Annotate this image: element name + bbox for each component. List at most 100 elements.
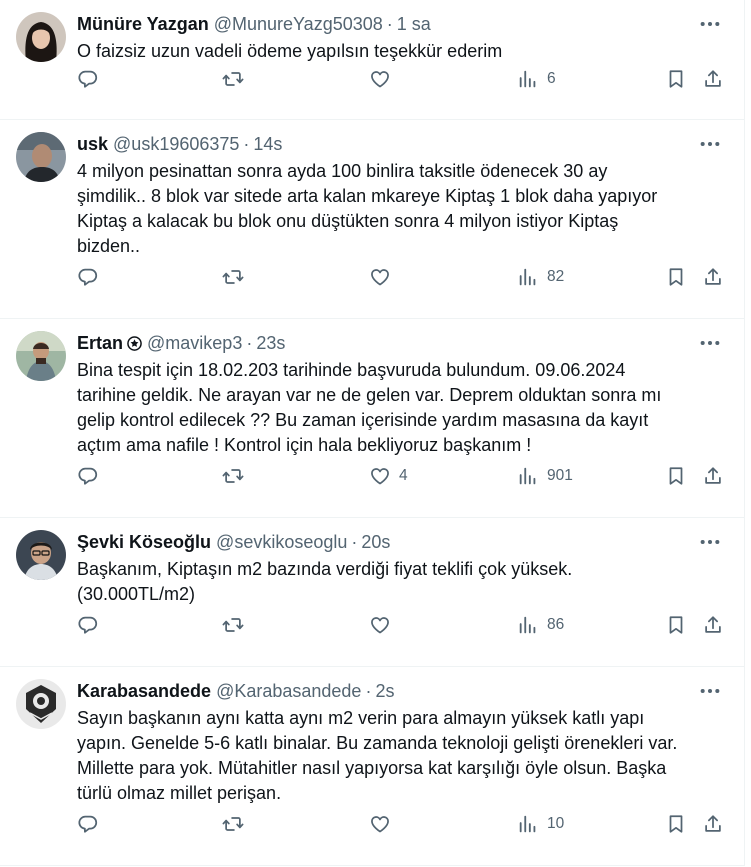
timestamp[interactable]: 14s [253, 134, 282, 155]
retweet-button[interactable] [222, 809, 244, 839]
avatar-image [16, 132, 66, 182]
share-button[interactable] [702, 809, 724, 839]
more-button[interactable] [696, 333, 724, 353]
tweet[interactable]: Karabasandede @Karabasandede · 2s Sayın başk… [0, 667, 745, 866]
author-handle[interactable]: @sevkikoseoglu [216, 532, 347, 553]
like-button[interactable] [369, 809, 399, 839]
author-handle[interactable]: @usk19606375 [113, 134, 239, 155]
retweet-icon [222, 270, 244, 284]
views-icon [519, 616, 536, 634]
bookmark-icon [669, 616, 683, 634]
reply-button[interactable] [77, 461, 99, 491]
bookmark-button[interactable] [665, 809, 687, 839]
bookmark-button[interactable] [665, 610, 687, 640]
author-handle[interactable]: @MunureYazg50308 [214, 14, 383, 35]
bookmark-button[interactable] [665, 64, 687, 94]
reply-button[interactable] [77, 610, 99, 640]
bookmark-button[interactable] [665, 461, 687, 491]
retweet-icon [222, 817, 244, 831]
tweet-actions: 86 [77, 610, 737, 640]
author-name[interactable]: Karabasandede [77, 681, 211, 702]
avatar[interactable] [16, 132, 66, 182]
views-icon [519, 268, 536, 286]
views-count: 86 [547, 616, 565, 633]
reply-button[interactable] [77, 809, 99, 839]
like-button[interactable] [369, 610, 399, 640]
like-button[interactable] [369, 64, 399, 94]
reply-button[interactable] [77, 262, 99, 292]
like-count: 4 [399, 467, 408, 484]
views-button[interactable]: 6 [517, 64, 556, 94]
reply-icon [78, 268, 98, 286]
share-icon [705, 815, 721, 832]
author-name[interactable]: Münüre Yazgan [77, 14, 209, 35]
tweet-header: Şevki Köseoğlu @sevkikoseoglu · 20s [77, 530, 390, 554]
views-button[interactable]: 901 [517, 461, 573, 491]
reply-icon [78, 70, 98, 88]
timestamp[interactable]: 1 sa [397, 14, 431, 35]
retweet-button[interactable] [222, 262, 244, 292]
timestamp[interactable]: 2s [375, 681, 394, 702]
share-button[interactable] [702, 610, 724, 640]
like-button[interactable]: 4 [369, 461, 408, 491]
share-button[interactable] [702, 262, 724, 292]
like-icon [371, 468, 389, 485]
retweet-icon [222, 469, 244, 483]
avatar-image [16, 679, 66, 729]
avatar-image [16, 331, 66, 381]
timestamp[interactable]: 20s [361, 532, 390, 553]
separator: · [351, 531, 358, 552]
avatar[interactable] [16, 530, 66, 580]
more-button[interactable] [696, 14, 724, 34]
more-button[interactable] [696, 532, 724, 552]
reply-icon [78, 815, 98, 833]
views-icon [519, 70, 536, 88]
retweet-icon [222, 72, 244, 86]
tweet-text: Sayın başkanın aynı katta aynı m2 verin … [77, 708, 678, 803]
tweet-text: Bina tespit için 18.02.203 tarihinde baş… [77, 360, 662, 455]
like-icon [371, 71, 389, 88]
avatar-image [16, 530, 66, 580]
share-button[interactable] [702, 461, 724, 491]
author-handle[interactable]: @mavikep3 [147, 333, 242, 354]
views-button[interactable]: 86 [517, 610, 564, 640]
share-icon [705, 268, 721, 285]
reply-button[interactable] [77, 64, 99, 94]
retweet-button[interactable] [222, 64, 244, 94]
views-button[interactable]: 82 [517, 262, 564, 292]
author-name[interactable]: usk [77, 134, 108, 155]
tweet[interactable]: Şevki Köseoğlu @sevkikoseoglu · 20s Başkanım… [0, 518, 745, 667]
share-button[interactable] [702, 64, 724, 94]
views-count: 6 [547, 70, 556, 87]
avatar[interactable] [16, 679, 66, 729]
more-button[interactable] [696, 134, 724, 154]
views-icon [519, 815, 536, 833]
tweet[interactable]: Münüre Yazgan @MunureYazg50308 · 1 sa O faiz… [0, 0, 745, 120]
retweet-button[interactable] [222, 461, 244, 491]
views-button[interactable]: 10 [517, 809, 564, 839]
retweet-button[interactable] [222, 610, 244, 640]
tweet-actions: 6 [77, 64, 737, 94]
author-name[interactable]: Şevki Köseoğlu [77, 532, 211, 553]
share-icon [705, 70, 721, 87]
more-icon [700, 539, 720, 545]
avatar[interactable] [16, 12, 66, 62]
more-button[interactable] [696, 681, 724, 701]
like-icon [371, 269, 389, 286]
author-handle[interactable]: @Karabasandede [216, 681, 361, 702]
reply-icon [78, 616, 98, 634]
more-icon [700, 340, 720, 346]
views-count: 901 [547, 467, 573, 484]
tweet[interactable]: Ertan @mavikep3 · 23s Bina tespit için 18.02… [0, 319, 745, 518]
author-name[interactable]: Ertan [77, 333, 123, 354]
bookmark-icon [669, 70, 683, 88]
more-icon [700, 141, 720, 147]
like-button[interactable] [369, 262, 399, 292]
tweet[interactable]: usk @usk19606375 · 14s 4 milyon pesinattan s… [0, 120, 745, 319]
tweet-header: Karabasandede @Karabasandede · 2s [77, 679, 394, 703]
avatar[interactable] [16, 331, 66, 381]
like-icon [371, 617, 389, 634]
tweet-text: 4 milyon pesinattan sonra ayda 100 binli… [77, 161, 658, 256]
bookmark-button[interactable] [665, 262, 687, 292]
timestamp[interactable]: 23s [256, 333, 285, 354]
